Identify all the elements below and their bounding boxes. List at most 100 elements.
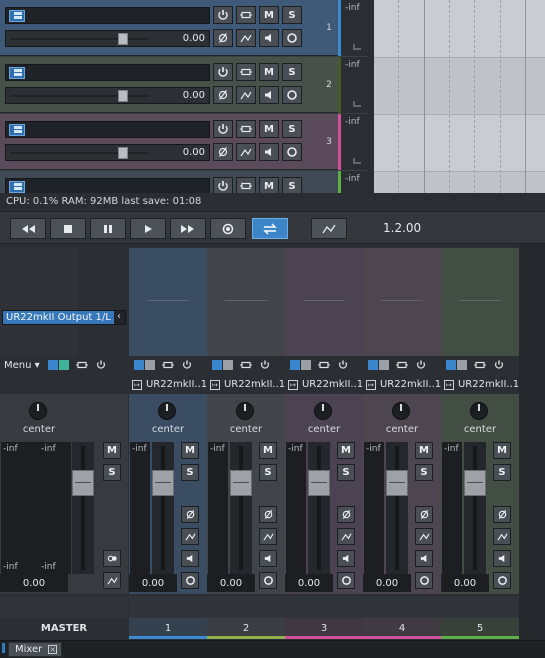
automation-button[interactable] bbox=[337, 528, 355, 545]
automation-button[interactable] bbox=[236, 29, 256, 47]
volume-value[interactable]: 0.00 bbox=[207, 574, 255, 592]
fader-handle[interactable] bbox=[308, 470, 330, 496]
solo-button[interactable]: S bbox=[337, 464, 355, 481]
fast-forward-button[interactable] bbox=[170, 218, 206, 239]
record-arm-button[interactable] bbox=[282, 29, 302, 47]
speaker-button[interactable] bbox=[259, 143, 279, 161]
record-arm-button[interactable] bbox=[282, 86, 302, 104]
automation-button[interactable] bbox=[236, 86, 256, 104]
volume-fader[interactable] bbox=[386, 442, 408, 574]
solo-button[interactable]: S bbox=[282, 177, 302, 193]
menu-dropdown[interactable]: Menu ▾ bbox=[4, 360, 40, 371]
volume-slider[interactable]: 0.00 bbox=[5, 86, 210, 104]
solo-button[interactable]: S bbox=[493, 464, 511, 481]
arrangement-view[interactable] bbox=[370, 0, 545, 193]
record-arm-button[interactable] bbox=[259, 572, 277, 589]
pan-knob[interactable] bbox=[29, 402, 47, 420]
mute-button[interactable]: M bbox=[181, 442, 199, 459]
solo-button[interactable]: S bbox=[181, 464, 199, 481]
insert-area[interactable] bbox=[363, 248, 441, 356]
pan-knob[interactable] bbox=[392, 402, 410, 420]
volume-fader[interactable] bbox=[308, 442, 330, 574]
power-icon[interactable] bbox=[335, 359, 351, 371]
record-arm-button[interactable] bbox=[493, 572, 511, 589]
output-selector[interactable]: UR22mkII Output 1/L ‹ bbox=[2, 310, 126, 325]
speaker-button[interactable] bbox=[259, 29, 279, 47]
phase-button[interactable] bbox=[181, 506, 199, 523]
automation-mode-button[interactable] bbox=[311, 218, 347, 239]
output-selector[interactable]: ↦ UR22mkII..1 bbox=[207, 376, 285, 393]
mixer-scroll-area[interactable] bbox=[519, 244, 545, 640]
power-icon[interactable] bbox=[179, 359, 195, 371]
loop-button[interactable] bbox=[252, 218, 288, 239]
rewind-button[interactable] bbox=[10, 218, 46, 239]
splitter[interactable] bbox=[370, 0, 374, 193]
pan-knob[interactable] bbox=[158, 402, 176, 420]
insert-area[interactable] bbox=[129, 248, 207, 356]
automation-button[interactable] bbox=[103, 572, 121, 589]
phase-button[interactable] bbox=[213, 143, 233, 161]
monitor-icon[interactable] bbox=[238, 359, 254, 371]
power-button[interactable] bbox=[213, 177, 233, 193]
automation-button[interactable] bbox=[415, 528, 433, 545]
volume-value[interactable]: 0.00 bbox=[285, 574, 333, 592]
layout-toggle[interactable] bbox=[367, 359, 391, 371]
speaker-button[interactable] bbox=[181, 550, 199, 567]
master-insert-area[interactable]: UR22mkII Output 1/L ‹ bbox=[0, 248, 126, 356]
insert-area[interactable] bbox=[285, 248, 363, 356]
speaker-button[interactable] bbox=[259, 86, 279, 104]
power-icon[interactable] bbox=[491, 359, 507, 371]
monitor-button[interactable] bbox=[236, 177, 256, 193]
mute-button[interactable]: M bbox=[259, 63, 279, 81]
record-arm-button[interactable] bbox=[282, 143, 302, 161]
layout-toggle[interactable] bbox=[445, 359, 469, 371]
monitor-icon[interactable] bbox=[160, 359, 176, 371]
pause-button[interactable] bbox=[90, 218, 126, 239]
insert-area[interactable] bbox=[441, 248, 519, 356]
volume-fader[interactable] bbox=[152, 442, 174, 574]
monitor-icon[interactable] bbox=[316, 359, 332, 371]
close-icon[interactable]: × bbox=[48, 645, 58, 654]
phase-button[interactable] bbox=[259, 506, 277, 523]
link-button[interactable] bbox=[103, 550, 121, 567]
volume-value[interactable]: 0.00 bbox=[441, 574, 489, 592]
volume-value[interactable]: 0.00 bbox=[363, 574, 411, 592]
play-button[interactable] bbox=[130, 218, 166, 239]
pan-knob[interactable] bbox=[236, 402, 254, 420]
power-button[interactable] bbox=[213, 120, 233, 138]
fader-handle[interactable] bbox=[72, 470, 94, 496]
solo-button[interactable]: S bbox=[259, 464, 277, 481]
power-button[interactable] bbox=[213, 6, 233, 24]
mute-button[interactable]: M bbox=[103, 442, 121, 459]
monitor-icon[interactable] bbox=[74, 359, 90, 371]
layout-toggle[interactable] bbox=[47, 359, 71, 371]
fader-handle[interactable] bbox=[386, 470, 408, 496]
power-icon[interactable] bbox=[413, 359, 429, 371]
pan-knob[interactable] bbox=[470, 402, 488, 420]
solo-button[interactable]: S bbox=[415, 464, 433, 481]
phase-button[interactable] bbox=[337, 506, 355, 523]
mute-button[interactable]: M bbox=[337, 442, 355, 459]
volume-fader[interactable] bbox=[464, 442, 486, 574]
fader-handle[interactable] bbox=[230, 470, 252, 496]
volume-slider-handle[interactable] bbox=[118, 146, 128, 159]
monitor-button[interactable] bbox=[236, 120, 256, 138]
layout-toggle[interactable] bbox=[289, 359, 313, 371]
power-icon[interactable] bbox=[93, 359, 109, 371]
phase-button[interactable] bbox=[213, 29, 233, 47]
mute-button[interactable]: M bbox=[259, 442, 277, 459]
phase-button[interactable] bbox=[213, 86, 233, 104]
record-arm-button[interactable] bbox=[337, 572, 355, 589]
automation-button[interactable] bbox=[259, 528, 277, 545]
track-name-field[interactable] bbox=[5, 63, 210, 81]
fader-handle[interactable] bbox=[464, 470, 486, 496]
mute-button[interactable]: M bbox=[415, 442, 433, 459]
phase-button[interactable] bbox=[415, 506, 433, 523]
insert-area[interactable] bbox=[207, 248, 285, 356]
volume-fader[interactable] bbox=[230, 442, 252, 574]
volume-slider-handle[interactable] bbox=[118, 32, 128, 45]
pan-knob[interactable] bbox=[314, 402, 332, 420]
record-arm-button[interactable] bbox=[181, 572, 199, 589]
volume-slider[interactable]: 0.00 bbox=[5, 143, 210, 161]
song-position[interactable]: 1.2.00 bbox=[383, 221, 421, 235]
